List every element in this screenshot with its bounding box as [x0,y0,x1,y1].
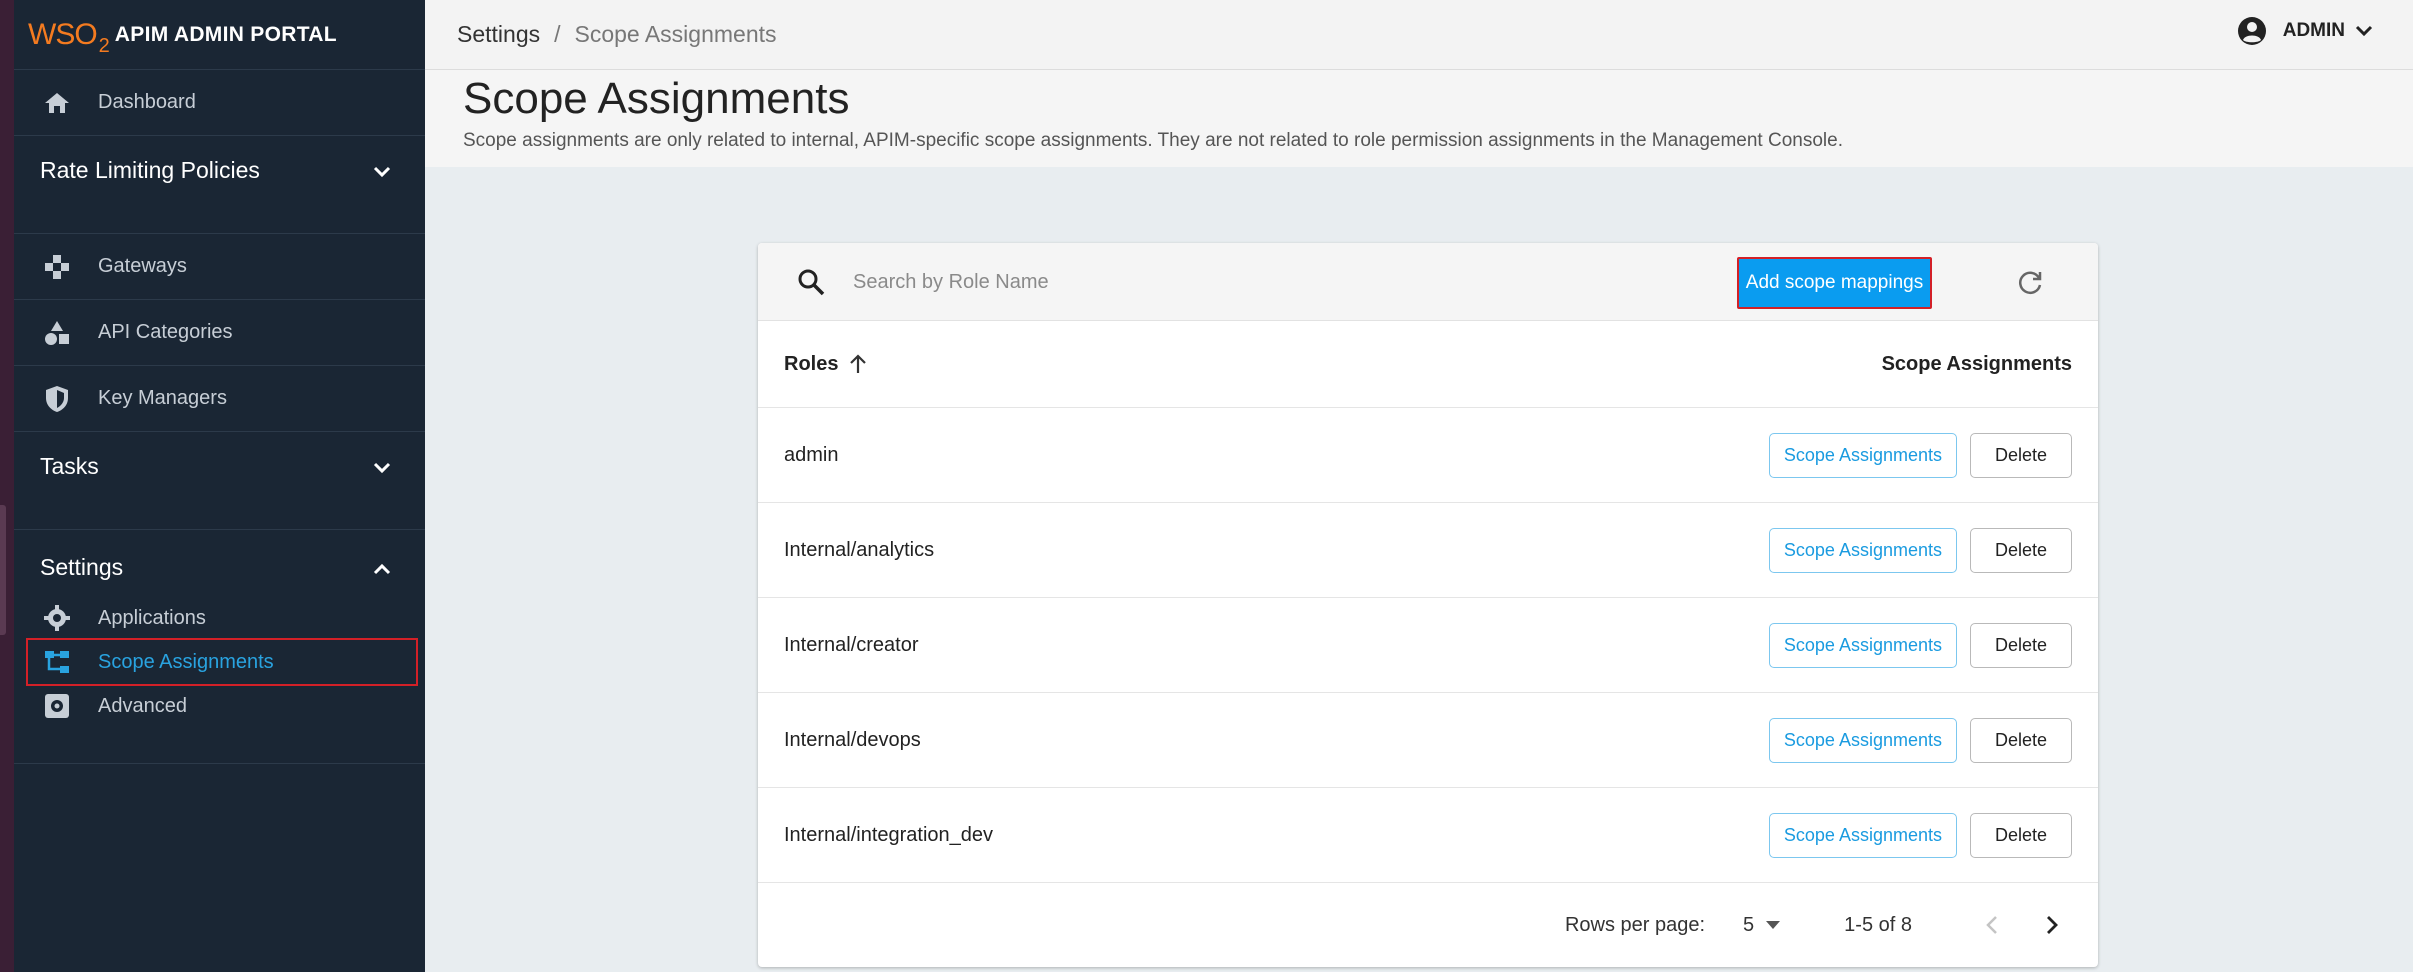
prev-page-button[interactable] [1972,905,2012,945]
sidebar-item-label: Advanced [98,694,187,717]
scope-assignments-button[interactable]: Scope Assignments [1768,622,1957,668]
sidebar-item-label: Key Managers [98,387,227,409]
column-header-scope-assignments: Scope Assignments [1881,352,2072,375]
scope-assignments-button[interactable]: Scope Assignments [1768,432,1957,478]
sidebar-item-label: Dashboard [98,91,196,113]
gear-icon [42,603,72,633]
role-name: Internal/creator [784,633,919,656]
settings-box-icon [42,691,72,721]
window-edge [0,0,14,972]
delete-button[interactable]: Delete [1970,432,2072,478]
delete-button[interactable]: Delete [1970,812,2072,858]
sidebar-item-label: Applications [98,606,206,629]
sidebar-group-label: Rate Limiting Policies [40,156,260,183]
sidebar-item-scope-assignments[interactable]: Scope Assignments [26,638,418,686]
scope-assignments-button[interactable]: Scope Assignments [1768,527,1957,573]
sidebar-item-dashboard[interactable]: Dashboard [14,70,425,136]
gateway-icon [42,252,72,282]
sidebar-item-key-managers[interactable]: Key Managers [14,366,425,432]
user-name: ADMIN [2282,20,2345,41]
delete-button[interactable]: Delete [1970,527,2072,573]
table-row: Internal/analytics Scope Assignments Del… [758,503,2098,598]
breadcrumb-settings[interactable]: Settings [457,21,540,48]
chevron-right-icon [2047,916,2058,934]
sidebar-group-rate-limiting[interactable]: Rate Limiting Policies [14,136,425,234]
categories-icon [42,318,72,348]
sidebar-group-label: Settings [40,553,124,580]
role-name: Internal/integration_dev [784,823,994,846]
delete-button[interactable]: Delete [1970,717,2072,763]
search-icon [796,267,826,297]
tree-icon [42,647,72,677]
scope-assignments-button[interactable]: Scope Assignments [1768,812,1957,858]
sidebar-group-tasks[interactable]: Tasks [14,432,425,530]
pagination: Rows per page: 5 1-5 of 8 [758,883,2098,967]
caret-down-icon [1766,921,1781,929]
role-name: admin [784,443,839,466]
table-row: Internal/devops Scope Assignments Delete [758,693,2098,788]
sidebar-item-label: API Categories [98,321,233,343]
role-name: Internal/analytics [784,538,935,561]
add-scope-mappings-button[interactable]: Add scope mappings [1737,257,1932,309]
chevron-down-icon [2355,25,2373,37]
table-row: Internal/creator Scope Assignments Delet… [758,598,2098,693]
breadcrumb-current: Scope Assignments [574,21,777,47]
table-row: Internal/integration_dev Scope Assignmen… [758,788,2098,883]
column-header-label: Roles [784,352,839,375]
rows-per-page-select[interactable]: 5 [1743,913,1781,937]
column-header-roles[interactable]: Roles [784,353,868,376]
brand[interactable]: WSO 2 APIM ADMIN PORTAL [14,0,425,70]
chevron-up-icon [373,554,391,581]
table-row: admin Scope Assignments Delete [758,408,2098,503]
rows-per-page-value: 5 [1743,913,1755,936]
page-description: Scope assignments are only related to in… [463,130,1843,151]
top-bar: Settings / Scope Assignments ADMIN [425,0,2413,70]
wso2-logo: WSO 2 [28,17,110,57]
sidebar-item-label: Gateways [98,255,187,277]
home-icon [42,88,72,118]
sidebar-item-label: Scope Assignments [98,650,274,673]
page-title: Scope Assignments [463,74,850,123]
edge-tab [0,505,6,635]
pagination-range: 1-5 of 8 [1844,913,1912,936]
sidebar-group-label: Tasks [40,452,99,479]
sidebar-item-api-categories[interactable]: API Categories [14,300,425,366]
next-page-button[interactable] [2032,905,2072,945]
logo-text: WSO [28,17,98,51]
role-name: Internal/devops [784,728,921,751]
scope-assignments-table-card: Add scope mappings Roles Scope Assignmen… [758,243,2098,967]
delete-button[interactable]: Delete [1970,622,2072,668]
sidebar-item-gateways[interactable]: Gateways [14,234,425,300]
chevron-left-icon [1986,916,1997,934]
logo-subscript: 2 [98,34,110,57]
search-input[interactable] [853,263,1553,301]
chevron-down-icon [373,453,391,480]
sidebar-item-advanced[interactable]: Advanced [14,684,425,728]
sidebar-group-settings: Settings Applications Scope Assignments … [14,530,425,764]
table-toolbar: Add scope mappings [758,243,2098,321]
table-header: Roles Scope Assignments [758,321,2098,408]
sidebar-item-applications[interactable]: Applications [14,596,425,640]
portal-name: APIM ADMIN PORTAL [114,22,337,46]
account-circle-icon [2237,16,2267,46]
page-header: Scope Assignments Scope assignments are … [425,70,2413,167]
breadcrumb: Settings / Scope Assignments [457,21,777,48]
sidebar-group-settings-header[interactable]: Settings [14,530,425,596]
rows-per-page-label: Rows per page: [1564,913,1706,936]
arrow-up-icon [850,354,867,373]
breadcrumb-separator: / [554,21,561,47]
refresh-icon[interactable] [2016,269,2044,297]
scope-assignments-button[interactable]: Scope Assignments [1768,717,1957,763]
shield-icon [42,384,72,414]
sidebar: WSO 2 APIM ADMIN PORTAL Dashboard Rate Li… [14,0,425,972]
chevron-down-icon [373,157,391,184]
user-menu[interactable]: ADMIN [2237,16,2373,46]
